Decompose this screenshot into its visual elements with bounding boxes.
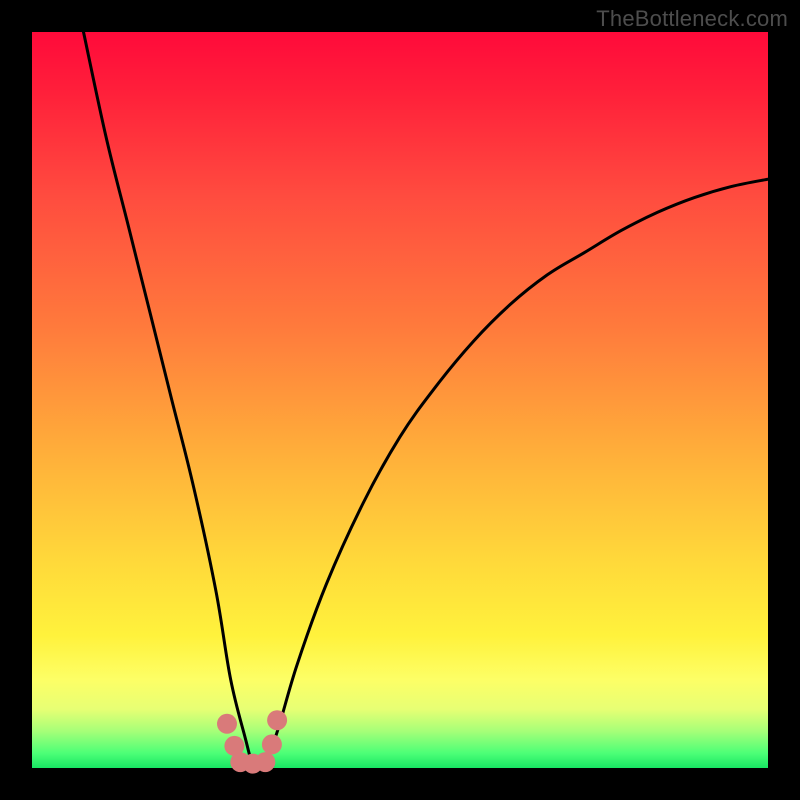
- trough-marker: [262, 734, 282, 754]
- chart-frame: TheBottleneck.com: [0, 0, 800, 800]
- plot-area: [32, 32, 768, 768]
- trough-marker: [255, 752, 275, 772]
- marker-group: [217, 710, 287, 773]
- trough-marker: [267, 710, 287, 730]
- trough-marker: [217, 714, 237, 734]
- curve-layer: [32, 32, 768, 768]
- watermark-text: TheBottleneck.com: [596, 6, 788, 32]
- bottleneck-curve: [84, 32, 769, 768]
